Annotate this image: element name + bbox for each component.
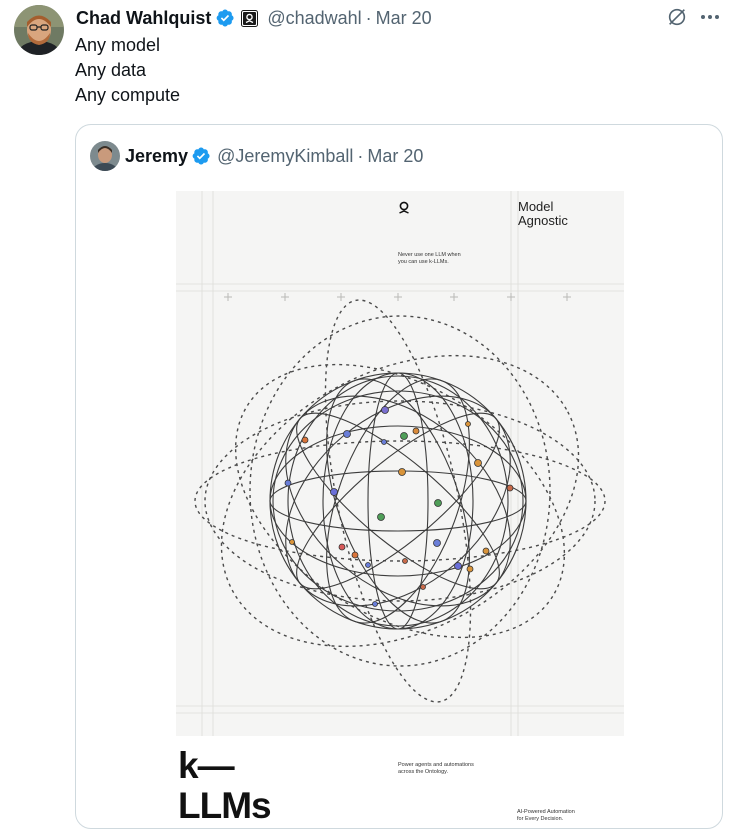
poster-tagline-line: you can use k-LLMs. bbox=[398, 259, 449, 265]
separator-dot: · bbox=[365, 7, 372, 28]
poster-subtitle: Power agents and automations across the … bbox=[398, 762, 474, 776]
poster-title-line: Model bbox=[518, 199, 554, 214]
author-avatar[interactable] bbox=[14, 5, 64, 55]
quoted-author-name: Jeremy bbox=[125, 145, 189, 166]
avatar-image bbox=[14, 5, 64, 55]
quoted-tweet[interactable]: Jeremy @JeremyKimball · Mar 20 Model Agn… bbox=[75, 124, 723, 829]
quoted-avatar-image bbox=[90, 141, 120, 171]
tweet-line: Any model bbox=[75, 35, 161, 55]
quoted-author-handle: @JeremyKimball bbox=[217, 145, 354, 166]
palantir-logo-icon bbox=[399, 201, 409, 214]
quoted-tweet-header: Jeremy @JeremyKimball · Mar 20 bbox=[90, 141, 423, 171]
tweet-line: Any data bbox=[75, 60, 147, 80]
tweet-date[interactable]: Mar 20 bbox=[376, 8, 432, 29]
author-handle[interactable]: @chadwahl bbox=[267, 8, 361, 29]
poster-brand-line: LLMs bbox=[178, 785, 272, 826]
tweet-header: Chad Wahlquist @chadwahl · Mar 20 bbox=[76, 6, 732, 30]
poster-tagline: Never use one LLM when you can use k-LLM… bbox=[398, 252, 461, 266]
poster-tagline-line: Never use one LLM when bbox=[398, 252, 461, 258]
quoted-image[interactable]: Model Agnostic Never use one LLM when yo… bbox=[176, 191, 624, 828]
poster-brand-section: k— LLMs Power agents and automations acr… bbox=[176, 736, 624, 828]
poster-subtitle-line: across the Ontology. bbox=[398, 769, 449, 775]
verified-badge-icon bbox=[191, 146, 211, 166]
poster-footer-line: AI-Powered Automation bbox=[517, 809, 575, 815]
sphere-illustration bbox=[176, 191, 624, 736]
poster-subtitle-line: Power agents and automations bbox=[398, 762, 474, 768]
quoted-author-avatar[interactable] bbox=[90, 141, 120, 171]
poster-title: Model Agnostic bbox=[518, 200, 568, 228]
quoted-tweet-date: Mar 20 bbox=[367, 145, 424, 166]
verified-badge-icon bbox=[215, 8, 235, 28]
tweet-line: Any compute bbox=[75, 85, 181, 105]
poster-footer: AI-Powered Automation for Every Decision… bbox=[517, 809, 575, 823]
poster-brand-name: k— LLMs bbox=[178, 745, 272, 826]
plus-marks bbox=[224, 293, 571, 301]
author-name[interactable]: Chad Wahlquist bbox=[76, 8, 211, 29]
more-icon[interactable] bbox=[697, 5, 723, 29]
poster-title-line: Agnostic bbox=[518, 213, 568, 228]
poster-brand-line: k— bbox=[178, 745, 235, 786]
grok-icon[interactable] bbox=[665, 5, 689, 29]
affiliation-badge-icon[interactable] bbox=[241, 9, 259, 27]
separator-dot: · bbox=[357, 145, 364, 166]
tweet-text: Any model Any data Any compute bbox=[75, 33, 180, 108]
tweet: Chad Wahlquist @chadwahl · Mar 20 Any mo… bbox=[0, 0, 732, 837]
poster-footer-line: for Every Decision. bbox=[517, 816, 564, 822]
